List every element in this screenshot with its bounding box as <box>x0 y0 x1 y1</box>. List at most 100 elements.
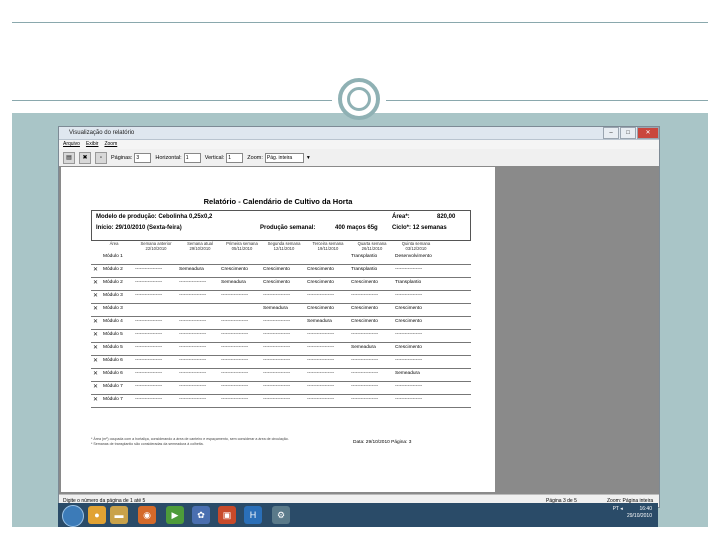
folder-icon[interactable]: ▬ <box>110 506 128 524</box>
table-cell: ----------------- <box>135 293 163 298</box>
table-cell: Crescimento <box>395 345 422 350</box>
maximize-button[interactable]: □ <box>620 127 636 139</box>
table-cell: ----------------- <box>179 397 207 402</box>
table-cell: ----------------- <box>221 371 249 376</box>
table-cell: ----------------- <box>307 397 335 402</box>
clock-date[interactable]: 29/10/2010 <box>627 513 652 519</box>
table-cell: ----------------- <box>263 371 291 376</box>
menu-zoom[interactable]: Zoom <box>104 140 117 149</box>
table-cell: Semeadura <box>263 306 288 311</box>
table-cell: ----------------- <box>221 384 249 389</box>
table-cell: ----------------- <box>263 332 291 337</box>
app-icon[interactable]: ✿ <box>192 506 210 524</box>
area-label: Área*: <box>392 214 410 220</box>
table-cell: ----------------- <box>135 345 163 350</box>
row-check-icon: ✕ <box>93 384 99 390</box>
close-button[interactable]: ✕ <box>637 127 659 139</box>
row-label: Módulo 3 <box>103 306 123 311</box>
row-label: Módulo 7 <box>103 384 123 389</box>
table-cell: ----------------- <box>351 358 379 363</box>
table-cell: ----------------- <box>307 345 335 350</box>
volume-icon[interactable]: ◂ <box>620 506 623 512</box>
table-cell: ----------------- <box>179 280 207 285</box>
table-cell: ----------------- <box>307 384 335 389</box>
start-label: Início: 29/10/2010 (Sexta-feira) <box>96 225 182 231</box>
column-header: Área <box>109 241 119 246</box>
close-preview-icon[interactable]: ✖ <box>79 151 91 164</box>
table-cell: Crescimento <box>395 319 422 324</box>
footnote: * Área (m²) ocupada com a hortaliça, con… <box>91 437 289 446</box>
table-cell: ----------------- <box>351 397 379 402</box>
column-header: Segunda semana 12/11/2010 <box>267 241 301 251</box>
table-cell: ----------------- <box>307 358 335 363</box>
table-cell: ----------------- <box>179 384 207 389</box>
table-cell: Semeadura <box>307 319 332 324</box>
table-cell: Crescimento <box>351 319 378 324</box>
table-cell: ----------------- <box>135 332 163 337</box>
table-cell: Transplantio <box>395 280 422 285</box>
table-cell: ----------------- <box>395 358 423 363</box>
table-cell: ----------------- <box>307 371 335 376</box>
table-cell: ----------------- <box>135 267 163 272</box>
table-cell: ----------------- <box>179 293 207 298</box>
print-icon[interactable]: ▤ <box>63 151 75 164</box>
menu-arquivo[interactable]: Arquivo <box>63 140 80 149</box>
page-setup-icon[interactable]: ▫ <box>95 151 107 164</box>
row-check-icon: ✕ <box>93 267 99 273</box>
table-cell: ----------------- <box>135 371 163 376</box>
zoom-label: Zoom: <box>247 154 263 161</box>
row-label: Módulo 2 <box>103 280 123 285</box>
office-icon[interactable]: ▣ <box>218 506 236 524</box>
chevron-down-icon[interactable]: ▼ <box>306 155 311 161</box>
chrome-icon[interactable]: ● <box>88 506 106 524</box>
table-row: ✕ Módulo 3 ----------------- --------------… <box>91 290 471 304</box>
table-row: ✕ Módulo 6 ----------------- --------------… <box>91 355 471 369</box>
tool-icon[interactable]: ⚙ <box>272 506 290 524</box>
table-cell: Crescimento <box>395 306 422 311</box>
table-cell: Semeadura <box>221 280 246 285</box>
table-cell: Crescimento <box>307 267 334 272</box>
table-cell: ----------------- <box>307 332 335 337</box>
report-page: Relatório - Calendário de Cultivo da Hor… <box>61 167 495 492</box>
table-cell: ----------------- <box>395 397 423 402</box>
table-row: ✕ Módulo 4 ----------------- --------------… <box>91 316 471 330</box>
table-cell: Crescimento <box>263 267 290 272</box>
table-cell: ----------------- <box>135 397 163 402</box>
column-header: Semana atual 29/10/2010 <box>187 241 213 251</box>
horizontal-label: Horizontal: <box>155 154 182 161</box>
horizontal-input[interactable]: 1 <box>183 152 201 163</box>
system-tray: PT ◂ 16:40 29/10/2010 <box>613 506 652 520</box>
vertical-input[interactable]: 1 <box>226 152 244 163</box>
column-header: Semana anterior 22/10/2010 <box>140 241 172 251</box>
top-divider <box>12 22 708 23</box>
zoom-select[interactable]: Pág. inteira <box>264 152 304 163</box>
minimize-button[interactable]: – <box>603 127 619 139</box>
window-titlebar: Visualização do relatório – □ ✕ <box>59 127 659 140</box>
row-check-icon: ✕ <box>93 306 99 312</box>
window-title: Visualização do relatório <box>69 130 135 136</box>
table-row: ✕ Módulo 2 ----------------- --------------… <box>91 277 471 291</box>
preview-area[interactable]: Relatório - Calendário de Cultivo da Hor… <box>59 166 659 494</box>
table-row: ✕ Módulo 2 ----------------- Semeadura Cresc… <box>91 264 471 278</box>
table-cell: Crescimento <box>351 306 378 311</box>
start-button[interactable] <box>62 505 84 527</box>
table-row: ✕ Módulo 6 ----------------- --------------… <box>91 368 471 382</box>
menu-exibir[interactable]: Exibir <box>86 140 99 149</box>
table-cell: ----------------- <box>263 345 291 350</box>
divider-left <box>12 100 332 101</box>
table-row: ✕ Módulo 5 ----------------- --------------… <box>91 342 471 356</box>
pages-input[interactable]: 3 <box>134 152 152 163</box>
row-label: Módulo 3 <box>103 293 123 298</box>
table-row: ✕ Módulo 3 Semeadura Crescimento Crescimento… <box>91 303 471 317</box>
horta-app-icon[interactable]: H <box>244 506 262 524</box>
table-cell: ----------------- <box>179 358 207 363</box>
table-cell: ----------------- <box>395 267 423 272</box>
table-cell: ----------------- <box>179 345 207 350</box>
table-row: Módulo 1 Transplantio Desenvolvimento <box>91 251 471 265</box>
language-indicator[interactable]: PT <box>613 506 619 512</box>
media-icon[interactable]: ▶ <box>166 506 184 524</box>
firefox-icon[interactable]: ◉ <box>138 506 156 524</box>
report-preview-window: Visualização do relatório – □ ✕ Arquivo … <box>58 126 660 508</box>
clock-time[interactable]: 16:40 <box>639 506 652 512</box>
row-label: Módulo 1 <box>103 254 123 259</box>
